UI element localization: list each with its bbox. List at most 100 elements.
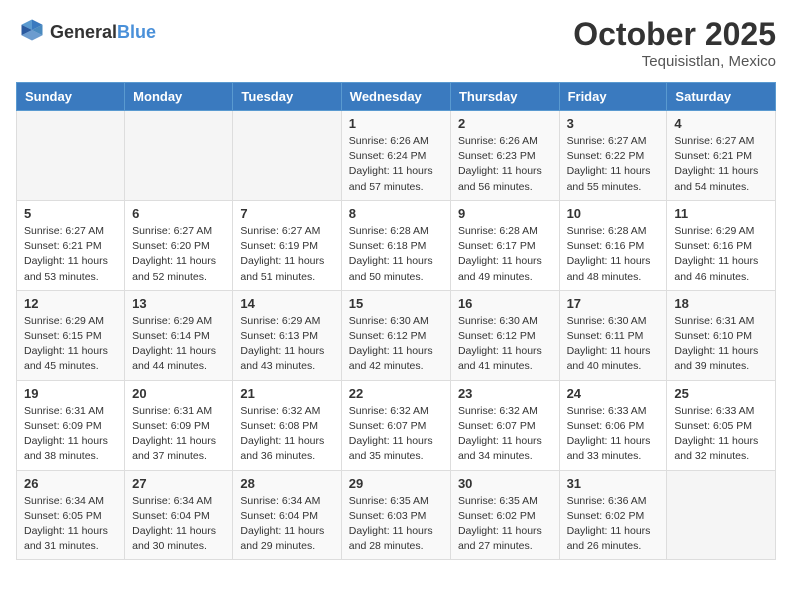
weekday-header-sunday: Sunday — [17, 83, 125, 111]
day-info: Sunrise: 6:31 AM Sunset: 6:09 PM Dayligh… — [24, 404, 117, 465]
day-number: 11 — [674, 206, 768, 221]
day-info: Sunrise: 6:29 AM Sunset: 6:16 PM Dayligh… — [674, 224, 768, 285]
day-number: 20 — [132, 386, 225, 401]
week-row-4: 26 Sunrise: 6:34 AM Sunset: 6:05 PM Dayli… — [17, 470, 776, 560]
day-number: 2 — [458, 116, 552, 131]
day-info: Sunrise: 6:34 AM Sunset: 6:04 PM Dayligh… — [132, 494, 225, 555]
day-cell: 4Sunrise: 6:27 AM Sunset: 6:21 PM Daylig… — [667, 111, 776, 201]
day-number: 9 — [458, 206, 552, 221]
day-info: Sunrise: 6:34 AM Sunset: 6:04 PM Dayligh… — [240, 494, 333, 555]
week-row-3: 19 Sunrise: 6:31 AM Sunset: 6:09 PM Dayli… — [17, 380, 776, 470]
day-number: 17 — [567, 296, 660, 311]
day-number: 8 — [349, 206, 443, 221]
title-block: October 2025 Tequisistlan, Mexico — [573, 16, 776, 70]
day-number: 21 — [240, 386, 333, 401]
day-cell: 27 Sunrise: 6:34 AM Sunset: 6:04 PM Dayli… — [125, 470, 233, 560]
day-info: Sunrise: 6:33 AM Sunset: 6:06 PM Dayligh… — [567, 404, 660, 465]
month-title: October 2025 — [573, 16, 776, 53]
day-number: 14 — [240, 296, 333, 311]
day-cell — [233, 111, 341, 201]
day-number: 24 — [567, 386, 660, 401]
day-info: Sunrise: 6:32 AM Sunset: 6:07 PM Dayligh… — [458, 404, 552, 465]
week-row-1: 5Sunrise: 6:27 AM Sunset: 6:21 PM Daylig… — [17, 200, 776, 290]
day-info: Sunrise: 6:28 AM Sunset: 6:18 PM Dayligh… — [349, 224, 443, 285]
day-number: 27 — [132, 476, 225, 491]
day-cell: 26 Sunrise: 6:34 AM Sunset: 6:05 PM Dayli… — [17, 470, 125, 560]
day-info: Sunrise: 6:30 AM Sunset: 6:11 PM Dayligh… — [567, 314, 660, 375]
day-number: 25 — [674, 386, 768, 401]
day-info: Sunrise: 6:32 AM Sunset: 6:08 PM Dayligh… — [240, 404, 333, 465]
day-info: Sunrise: 6:34 AM Sunset: 6:05 PM Dayligh… — [24, 494, 117, 555]
day-cell: 11 Sunrise: 6:29 AM Sunset: 6:16 PM Dayli… — [667, 200, 776, 290]
weekday-header-thursday: Thursday — [450, 83, 559, 111]
day-cell: 13Sunrise: 6:29 AM Sunset: 6:14 PM Dayli… — [125, 290, 233, 380]
day-number: 18 — [674, 296, 768, 311]
day-info: Sunrise: 6:31 AM Sunset: 6:09 PM Dayligh… — [132, 404, 225, 465]
day-cell: 17 Sunrise: 6:30 AM Sunset: 6:11 PM Dayli… — [559, 290, 667, 380]
day-info: Sunrise: 6:26 AM Sunset: 6:23 PM Dayligh… — [458, 134, 552, 195]
day-cell: 3 Sunrise: 6:27 AM Sunset: 6:22 PM Daylig… — [559, 111, 667, 201]
weekday-header-wednesday: Wednesday — [341, 83, 450, 111]
day-info: Sunrise: 6:30 AM Sunset: 6:12 PM Dayligh… — [349, 314, 443, 375]
day-cell: 20 Sunrise: 6:31 AM Sunset: 6:09 PM Dayli… — [125, 380, 233, 470]
logo-general: General — [50, 22, 117, 42]
day-cell — [667, 470, 776, 560]
day-cell: 7Sunrise: 6:27 AM Sunset: 6:19 PM Daylig… — [233, 200, 341, 290]
day-cell — [17, 111, 125, 201]
day-info: Sunrise: 6:28 AM Sunset: 6:16 PM Dayligh… — [567, 224, 660, 285]
day-cell: 24 Sunrise: 6:33 AM Sunset: 6:06 PM Dayli… — [559, 380, 667, 470]
day-cell: 2 Sunrise: 6:26 AM Sunset: 6:23 PM Daylig… — [450, 111, 559, 201]
day-number: 30 — [458, 476, 552, 491]
logo-text: GeneralBlue — [50, 22, 156, 43]
day-cell: 10Sunrise: 6:28 AM Sunset: 6:16 PM Dayli… — [559, 200, 667, 290]
weekday-header-tuesday: Tuesday — [233, 83, 341, 111]
day-number: 26 — [24, 476, 117, 491]
weekday-header-row: SundayMondayTuesdayWednesdayThursdayFrid… — [17, 83, 776, 111]
day-info: Sunrise: 6:30 AM Sunset: 6:12 PM Dayligh… — [458, 314, 552, 375]
day-info: Sunrise: 6:35 AM Sunset: 6:02 PM Dayligh… — [458, 494, 552, 555]
day-info: Sunrise: 6:27 AM Sunset: 6:22 PM Dayligh… — [567, 134, 660, 195]
day-info: Sunrise: 6:26 AM Sunset: 6:24 PM Dayligh… — [349, 134, 443, 195]
day-cell: 28 Sunrise: 6:34 AM Sunset: 6:04 PM Dayli… — [233, 470, 341, 560]
day-cell: 25 Sunrise: 6:33 AM Sunset: 6:05 PM Dayli… — [667, 380, 776, 470]
day-number: 29 — [349, 476, 443, 491]
day-info: Sunrise: 6:36 AM Sunset: 6:02 PM Dayligh… — [567, 494, 660, 555]
week-row-0: 1Sunrise: 6:26 AM Sunset: 6:24 PM Daylig… — [17, 111, 776, 201]
day-number: 22 — [349, 386, 443, 401]
day-number: 15 — [349, 296, 443, 311]
logo: GeneralBlue — [16, 16, 156, 49]
day-info: Sunrise: 6:27 AM Sunset: 6:20 PM Dayligh… — [132, 224, 225, 285]
weekday-header-saturday: Saturday — [667, 83, 776, 111]
logo-blue: Blue — [117, 22, 156, 42]
day-info: Sunrise: 6:27 AM Sunset: 6:19 PM Dayligh… — [240, 224, 333, 285]
day-number: 16 — [458, 296, 552, 311]
day-cell: 19 Sunrise: 6:31 AM Sunset: 6:09 PM Dayli… — [17, 380, 125, 470]
day-cell: 18 Sunrise: 6:31 AM Sunset: 6:10 PM Dayli… — [667, 290, 776, 380]
day-number: 19 — [24, 386, 117, 401]
day-cell: 15 Sunrise: 6:30 AM Sunset: 6:12 PM Dayli… — [341, 290, 450, 380]
calendar-table: SundayMondayTuesdayWednesdayThursdayFrid… — [16, 82, 776, 560]
day-number: 23 — [458, 386, 552, 401]
day-cell: 16 Sunrise: 6:30 AM Sunset: 6:12 PM Dayli… — [450, 290, 559, 380]
day-info: Sunrise: 6:27 AM Sunset: 6:21 PM Dayligh… — [24, 224, 117, 285]
day-info: Sunrise: 6:31 AM Sunset: 6:10 PM Dayligh… — [674, 314, 768, 375]
week-row-2: 12Sunrise: 6:29 AM Sunset: 6:15 PM Dayli… — [17, 290, 776, 380]
day-info: Sunrise: 6:33 AM Sunset: 6:05 PM Dayligh… — [674, 404, 768, 465]
day-number: 3 — [567, 116, 660, 131]
day-cell: 31Sunrise: 6:36 AM Sunset: 6:02 PM Dayli… — [559, 470, 667, 560]
day-number: 28 — [240, 476, 333, 491]
day-info: Sunrise: 6:29 AM Sunset: 6:15 PM Dayligh… — [24, 314, 117, 375]
day-cell: 14Sunrise: 6:29 AM Sunset: 6:13 PM Dayli… — [233, 290, 341, 380]
day-cell — [125, 111, 233, 201]
day-cell: 12Sunrise: 6:29 AM Sunset: 6:15 PM Dayli… — [17, 290, 125, 380]
day-cell: 9Sunrise: 6:28 AM Sunset: 6:17 PM Daylig… — [450, 200, 559, 290]
day-cell: 1Sunrise: 6:26 AM Sunset: 6:24 PM Daylig… — [341, 111, 450, 201]
day-cell: 5Sunrise: 6:27 AM Sunset: 6:21 PM Daylig… — [17, 200, 125, 290]
day-cell: 30 Sunrise: 6:35 AM Sunset: 6:02 PM Dayli… — [450, 470, 559, 560]
day-info: Sunrise: 6:27 AM Sunset: 6:21 PM Dayligh… — [674, 134, 768, 195]
logo-icon — [16, 16, 46, 49]
day-cell: 22Sunrise: 6:32 AM Sunset: 6:07 PM Dayli… — [341, 380, 450, 470]
day-cell: 8 Sunrise: 6:28 AM Sunset: 6:18 PM Daylig… — [341, 200, 450, 290]
page-header: GeneralBlue October 2025 Tequisistlan, M… — [16, 16, 776, 70]
day-info: Sunrise: 6:35 AM Sunset: 6:03 PM Dayligh… — [349, 494, 443, 555]
